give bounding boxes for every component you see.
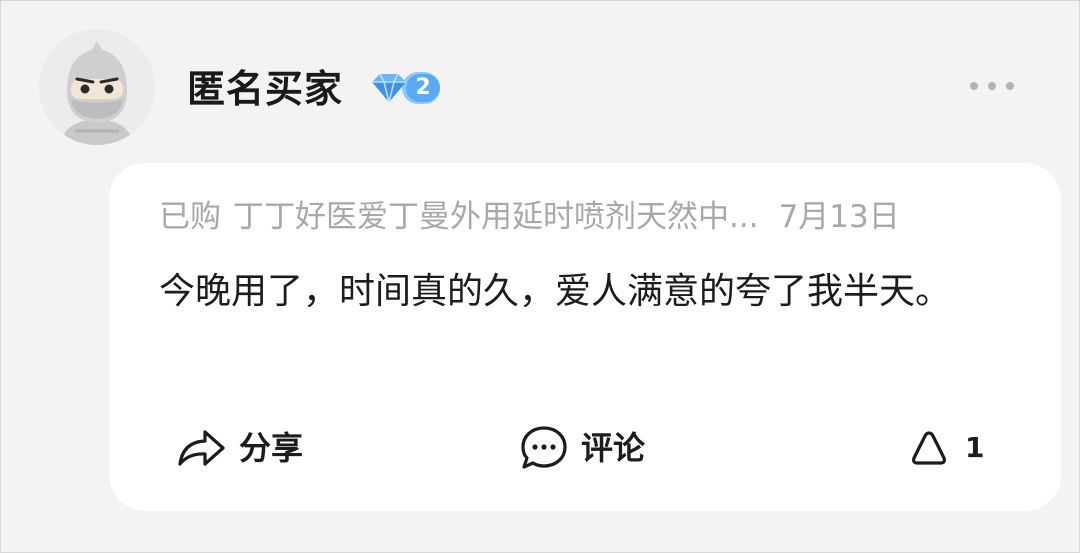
comment-bubble-icon [521,426,567,469]
purchase-info: 已购 丁丁好医爱丁曼外用延时喷剂天然中... 7月13日 [159,195,900,239]
product-name[interactable]: 丁丁好医爱丁曼外用延时喷剂天然中... [233,199,759,235]
ninja-avatar-icon[interactable] [39,29,155,145]
review-card: 已购 丁丁好医爱丁曼外用延时喷剂天然中... 7月13日 今晚用了，时间真的久，爱人… [109,163,1061,511]
vip-level-badge: 2 [415,75,431,100]
username[interactable]: 匿名买家 [187,65,343,113]
purchased-tag: 已购 [159,199,221,235]
comment-label: 评论 [581,429,646,467]
like-count: 1 [965,431,985,464]
more-dots-icon[interactable] [965,73,1019,99]
review-date: 7月13日 [778,199,900,235]
share-label: 分享 [239,429,304,467]
share-arrow-icon [178,430,225,466]
comment-button[interactable]: 评论 [519,425,645,471]
like-icon [912,431,946,465]
share-button[interactable]: 分享 [175,425,303,471]
like-button[interactable]: 1 [907,425,984,471]
review-text: 今晚用了，时间真的久，爱人满意的夸了我半天。 [159,271,952,312]
